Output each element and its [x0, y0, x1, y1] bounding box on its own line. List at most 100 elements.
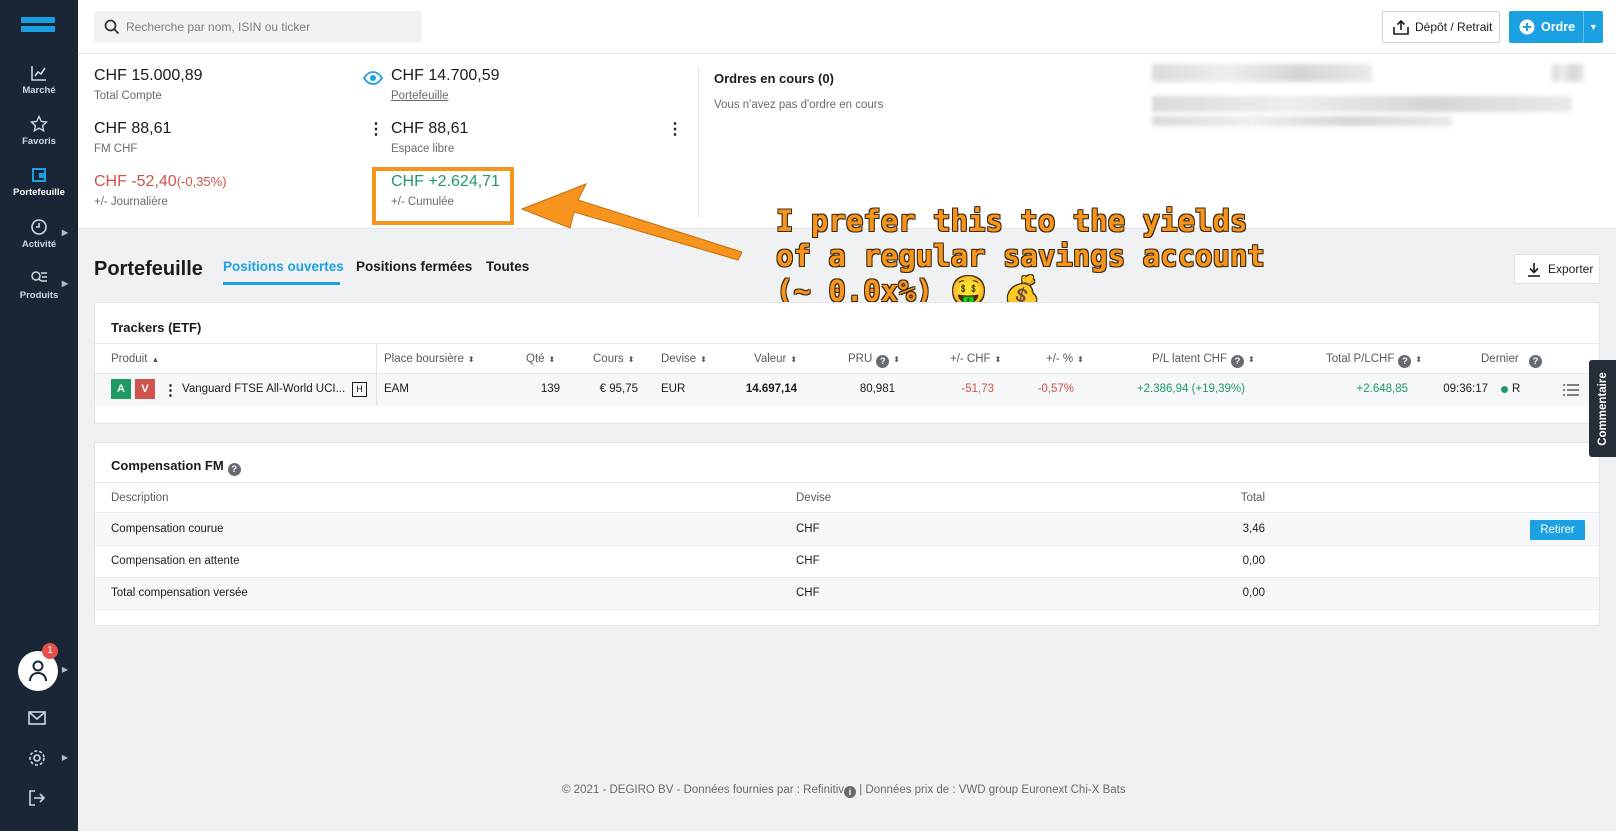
ordre-button[interactable]: Ordre ▼	[1509, 11, 1603, 43]
sort-icon: ⬍	[467, 355, 475, 364]
cell-description: Compensation en attente	[111, 555, 240, 567]
notification-badge: 1	[42, 643, 58, 659]
col-plus-chf[interactable]: +/- CHF ⬍	[950, 353, 1001, 365]
table-header: Produit ▲ Place boursière ⬍ Qté ⬍ Cours ⬍ De…	[95, 343, 1599, 374]
cell-plus-chf: -51,73	[961, 383, 994, 395]
retirer-button[interactable]: Retirer	[1530, 520, 1585, 540]
help-icon[interactable]: ?	[1529, 353, 1542, 368]
user-icon	[29, 660, 47, 682]
chevron-down-icon[interactable]: ▼	[1583, 11, 1603, 43]
annotation-arrow-icon	[520, 183, 743, 261]
footer-text: | Données prix de : VWD group Euronext C…	[859, 784, 1126, 796]
star-icon	[30, 115, 48, 133]
col-plus-pct[interactable]: +/- % ⬍	[1046, 353, 1084, 365]
active-tab-indicator	[223, 282, 340, 285]
cell-total: 0,00	[1242, 587, 1265, 599]
table-row: Total compensation versée CHF 0,00	[95, 578, 1599, 610]
col-devise[interactable]: Devise ⬍	[661, 353, 707, 365]
sell-button[interactable]: V	[135, 379, 155, 399]
blurred-content	[1152, 116, 1452, 126]
eye-icon[interactable]	[363, 71, 383, 85]
cell-place: EAM	[384, 383, 409, 395]
sort-icon: ⬍	[790, 355, 798, 364]
tab-positions-ouvertes[interactable]: Positions ouvertes	[223, 259, 344, 274]
sidebar-item-produits[interactable]: Produits ▶	[0, 269, 78, 301]
help-icon: ?	[1398, 355, 1412, 368]
more-vertical-icon[interactable]: ⋮	[163, 381, 178, 399]
sidebar-item-label: Activité	[21, 239, 57, 250]
upload-tray-icon	[1393, 19, 1409, 35]
cell-total: 3,46	[1242, 523, 1265, 535]
sort-icon: ⬍	[1415, 355, 1423, 364]
cell-description: Compensation courue	[111, 523, 224, 535]
gear-icon[interactable]	[28, 749, 46, 767]
product-name[interactable]: Vanguard FTSE All-World UCI...	[182, 383, 345, 395]
more-vertical-icon[interactable]: ⋮	[667, 122, 683, 138]
panel-title: Compensation FM?	[111, 458, 241, 476]
col-total-pl[interactable]: Total P/LCHF? ⬍	[1326, 353, 1422, 368]
col-pl-latent[interactable]: P/L latent CHF? ⬍	[1152, 353, 1255, 368]
journaliere-pct: (-0,35%)	[176, 174, 227, 189]
h-badge: H	[352, 382, 367, 397]
sidebar-item-marche[interactable]: Marché	[0, 64, 78, 96]
sidebar-item-activite[interactable]: Activité ▶	[0, 218, 78, 250]
journaliere-value: CHF -52,40	[94, 173, 177, 190]
depot-retrait-label: Dépôt / Retrait	[1415, 20, 1493, 34]
annotation-text: I prefer this to the yields of a regular …	[776, 204, 1265, 309]
total-compte: CHF 15.000,89 Total Compte	[94, 67, 203, 102]
cell-valeur: 14.697,14	[745, 383, 797, 395]
export-button[interactable]: Exporter	[1514, 254, 1600, 284]
depot-retrait-button[interactable]: Dépôt / Retrait	[1382, 11, 1500, 43]
more-vertical-icon[interactable]: ⋮	[368, 122, 384, 138]
commentaire-tab[interactable]: Commentaire	[1589, 360, 1616, 457]
footer: © 2021 - DEGIRO BV - Données fournies pa…	[562, 784, 1126, 798]
search-box[interactable]	[94, 11, 422, 43]
col-place[interactable]: Place boursière ⬍	[384, 353, 475, 365]
portefeuille-value: CHF 14.700,59	[391, 67, 500, 84]
cell-devise: CHF	[796, 555, 820, 567]
wallet-icon	[32, 168, 46, 182]
col-qte[interactable]: Qté ⬍	[526, 353, 555, 365]
col-dernier[interactable]: Dernier	[1481, 353, 1519, 365]
cell-dernier: 09:36:17	[1443, 383, 1488, 395]
degiro-logo[interactable]	[21, 17, 55, 38]
col-produit[interactable]: Produit ▲	[111, 353, 159, 365]
col-valeur[interactable]: Valeur ⬍	[754, 353, 797, 365]
status-dot-icon	[1501, 386, 1508, 393]
col-devise: Devise	[796, 492, 832, 504]
info-icon[interactable]: i	[844, 786, 857, 798]
espace-libre-label: Espace libre	[391, 143, 455, 155]
mail-icon[interactable]	[28, 711, 46, 725]
cell-devise: EUR	[661, 383, 686, 395]
help-icon[interactable]: ?	[227, 463, 241, 476]
sidebar-item-portefeuille[interactable]: Portefeuille	[0, 166, 78, 198]
cell-pl-latent: +2.386,94 (+19,39%)	[1136, 383, 1245, 395]
help-icon: ?	[1231, 355, 1244, 368]
sidebar-item-label: Portefeuille	[13, 187, 65, 198]
panel-title: Trackers (ETF)	[111, 320, 202, 335]
logout-icon[interactable]	[28, 790, 46, 806]
commentaire-label: Commentaire	[1596, 371, 1609, 446]
compensation-panel: Compensation FM? Description Devise Tota…	[94, 442, 1600, 626]
sort-icon: ⬍	[700, 355, 707, 364]
help-icon: ?	[876, 355, 890, 368]
caret-right-icon: ▶	[61, 228, 68, 237]
download-icon	[1528, 262, 1540, 277]
sort-icon: ⬍	[1248, 355, 1255, 364]
col-cours[interactable]: Cours ⬍	[593, 353, 634, 365]
list-icon[interactable]	[1563, 383, 1579, 397]
portefeuille-link[interactable]: Portefeuille	[391, 90, 500, 102]
cell-total: 0,00	[1242, 555, 1265, 567]
total-compte-label: Total Compte	[94, 90, 162, 102]
caret-right-icon: ▶	[61, 753, 68, 762]
cell-plus-pct: -0,57%	[1037, 383, 1074, 395]
buy-button[interactable]: A	[111, 379, 131, 399]
table-row[interactable]: A V ⋮ Vanguard FTSE All-World UCI... H E…	[95, 374, 1599, 406]
sidebar-item-favoris[interactable]: Favoris	[0, 115, 78, 147]
sort-icon: ⬍	[893, 355, 900, 364]
col-pru[interactable]: PRU? ⬍	[848, 353, 900, 368]
tab-positions-fermees[interactable]: Positions fermées	[356, 259, 472, 274]
tab-toutes[interactable]: Toutes	[486, 259, 529, 274]
cell-devise: CHF	[796, 523, 820, 535]
search-input[interactable]	[126, 11, 416, 43]
